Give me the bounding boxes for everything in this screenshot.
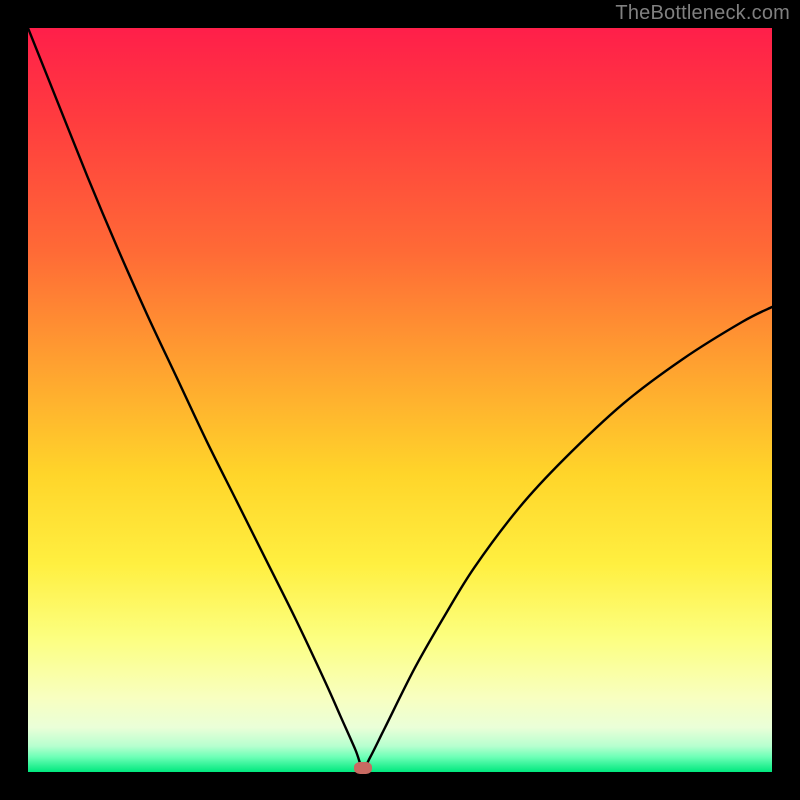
watermark-text: TheBottleneck.com [615, 2, 790, 25]
chart-frame: TheBottleneck.com [0, 0, 800, 800]
bottleneck-curve [28, 28, 772, 768]
curve-layer [28, 28, 772, 772]
min-marker-icon [354, 762, 372, 774]
